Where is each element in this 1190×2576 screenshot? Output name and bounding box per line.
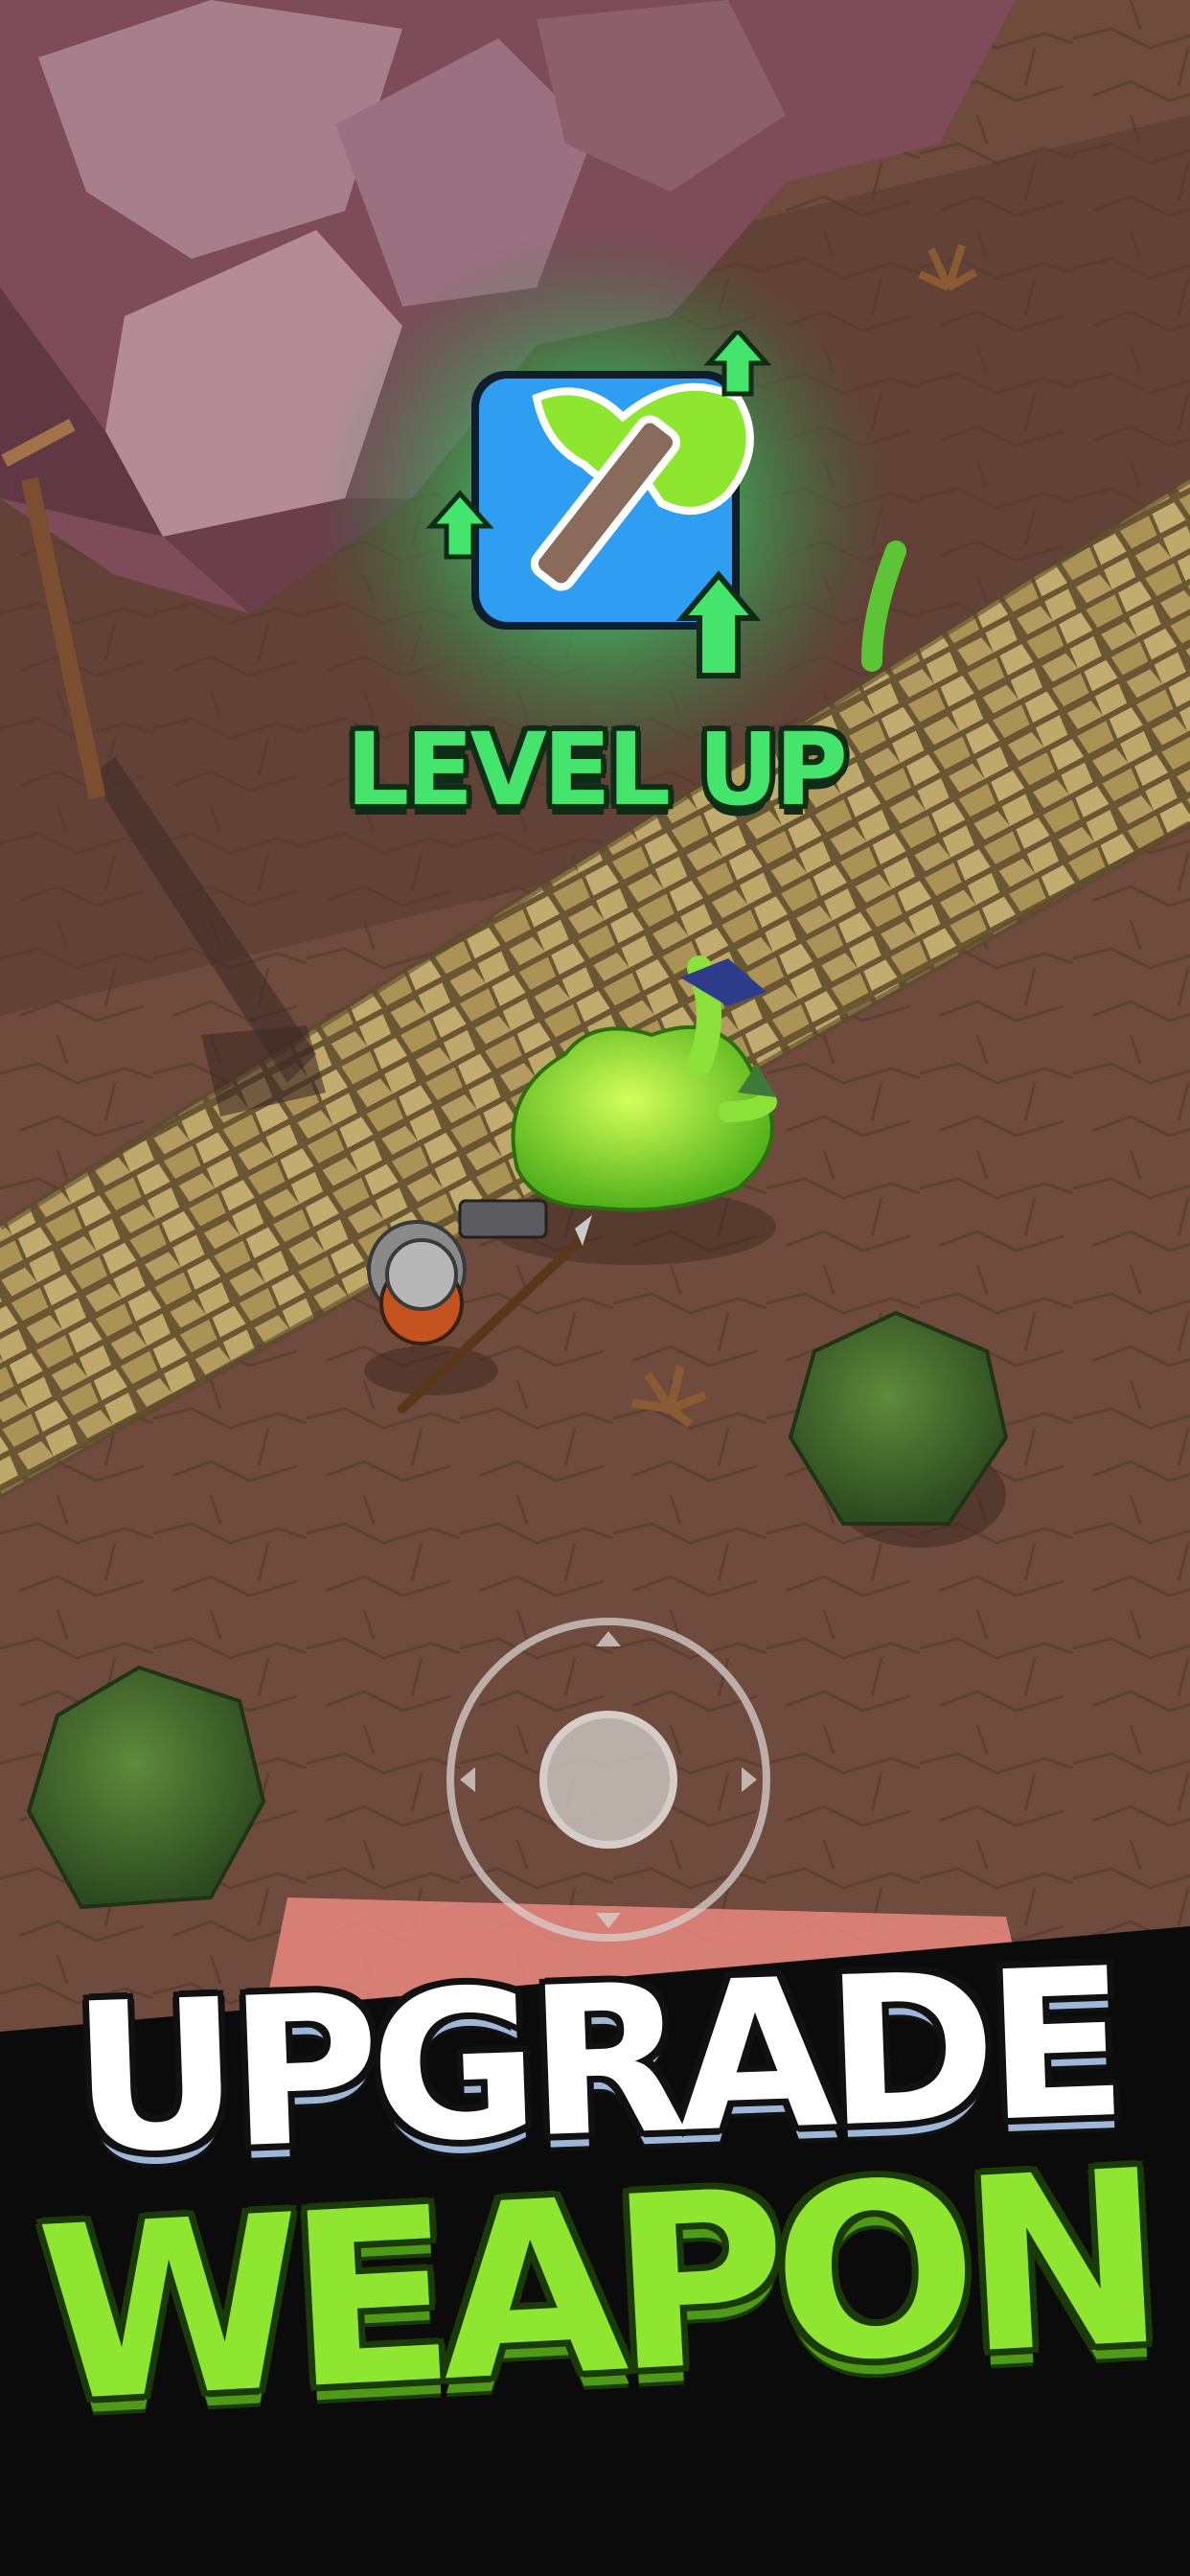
virtual-joystick[interactable] xyxy=(443,1614,774,1945)
game-scene xyxy=(0,0,1190,2576)
